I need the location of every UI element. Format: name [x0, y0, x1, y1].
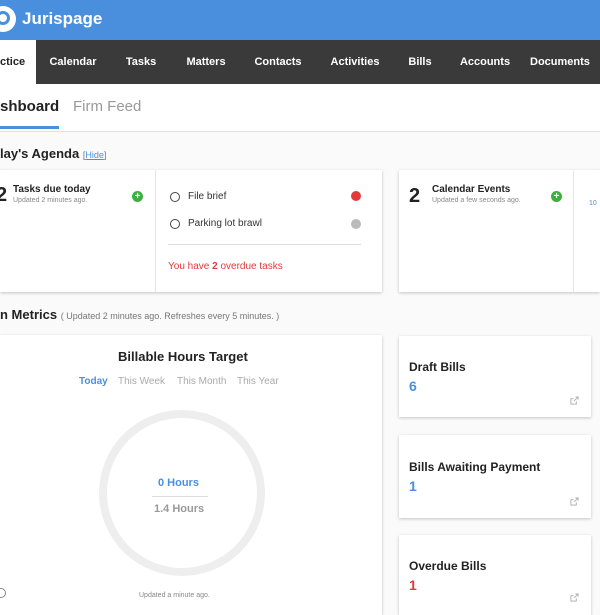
draft-bills-card[interactable]: Draft Bills 6: [399, 336, 591, 417]
nav-item-activities[interactable]: Activities: [320, 40, 390, 84]
bills-awaiting-card[interactable]: Bills Awaiting Payment 1: [399, 435, 591, 518]
add-task-icon[interactable]: +: [132, 191, 143, 202]
calendar-card: 2 Calendar Events Updated a few seconds …: [399, 170, 600, 292]
nav-item-contacts[interactable]: Contacts: [244, 40, 312, 84]
period-this-month[interactable]: This Month: [177, 376, 226, 387]
task-label-parking-lot-brawl[interactable]: Parking lot brawl: [188, 218, 262, 229]
billable-hours-title: Billable Hours Target: [118, 349, 248, 364]
external-link-icon[interactable]: [570, 593, 579, 602]
period-this-year[interactable]: This Year: [237, 376, 279, 387]
metrics-title-text: n Metrics: [0, 307, 58, 322]
tasks-updated: Updated 2 minutes ago.: [13, 197, 88, 204]
brand-name[interactable]: Jurispage: [22, 9, 102, 29]
calendar-updated: Updated a few seconds ago.: [432, 197, 521, 204]
period-today[interactable]: Today: [79, 376, 108, 387]
current-hours: 0 Hours: [158, 477, 199, 489]
task-radio[interactable]: [170, 192, 180, 202]
agenda-title-text: lay's Agenda: [0, 146, 80, 161]
metrics-note: ( Updated 2 minutes ago. Refreshes every…: [60, 311, 280, 321]
dashboard-tabs: shboard Firm Feed: [0, 84, 600, 132]
bill-card-title: Bills Awaiting Payment: [409, 460, 541, 474]
hide-agenda-link[interactable]: Hide: [85, 150, 104, 160]
calendar-peek-text: 10: [589, 200, 597, 207]
tab-dashboard[interactable]: shboard: [0, 98, 60, 129]
top-bar: Jurispage: [0, 0, 600, 40]
bill-card-value: 6: [409, 378, 417, 394]
tab-firm-feed[interactable]: Firm Feed: [73, 98, 141, 115]
task-status-dot: [351, 191, 361, 201]
calendar-count: 2: [409, 185, 421, 207]
logo-icon[interactable]: [0, 6, 16, 32]
metrics-title: n Metrics ( Updated 2 minutes ago. Refre…: [0, 307, 279, 322]
overdue-tasks-text[interactable]: You have 2 overdue tasks: [168, 261, 283, 272]
nav-item-calendar[interactable]: Calendar: [40, 40, 106, 84]
calendar-card-title[interactable]: Calendar Events: [432, 184, 510, 195]
nav-item-documents[interactable]: Documents: [530, 40, 600, 84]
card-divider: [573, 170, 574, 292]
overdue-bills-card[interactable]: Overdue Bills 1: [399, 535, 591, 615]
nav-item-bills[interactable]: Bills: [396, 40, 444, 84]
add-event-icon[interactable]: +: [551, 191, 562, 202]
bill-card-title: Draft Bills: [409, 360, 466, 374]
bill-card-title: Overdue Bills: [409, 559, 487, 573]
task-radio[interactable]: [170, 219, 180, 229]
external-link-icon[interactable]: [570, 396, 579, 405]
card-divider: [155, 170, 156, 292]
nav-item-matters[interactable]: Matters: [174, 40, 238, 84]
nav-item-tasks[interactable]: Tasks: [113, 40, 169, 84]
task-label-file-brief[interactable]: File brief: [188, 191, 226, 202]
tasks-card-title[interactable]: Tasks due today: [13, 184, 91, 195]
tasks-count: 2: [0, 184, 8, 206]
main-nav: ctice Calendar Tasks Matters Contacts Ac…: [0, 40, 600, 84]
tasks-card: 2 Tasks due today Updated 2 minutes ago.…: [0, 170, 382, 292]
nav-item-accounts[interactable]: Accounts: [452, 40, 518, 84]
agenda-title: lay's Agenda [Hide]: [0, 146, 107, 161]
bill-card-value: 1: [409, 478, 417, 494]
task-status-dot: [351, 219, 361, 229]
billable-progress-ring: [99, 410, 265, 576]
hours-divider: [152, 496, 208, 497]
billable-hours-card: Billable Hours Target Today This Week Th…: [0, 335, 382, 615]
external-link-icon[interactable]: [570, 497, 579, 506]
bill-card-value: 1: [409, 577, 417, 593]
period-this-week[interactable]: This Week: [118, 376, 165, 387]
settings-icon[interactable]: [0, 588, 6, 598]
nav-item-practice[interactable]: ctice: [0, 40, 36, 84]
target-hours: 1.4 Hours: [154, 503, 205, 515]
billable-updated: Updated a minute ago.: [139, 592, 210, 599]
tasks-divider: [168, 244, 361, 245]
